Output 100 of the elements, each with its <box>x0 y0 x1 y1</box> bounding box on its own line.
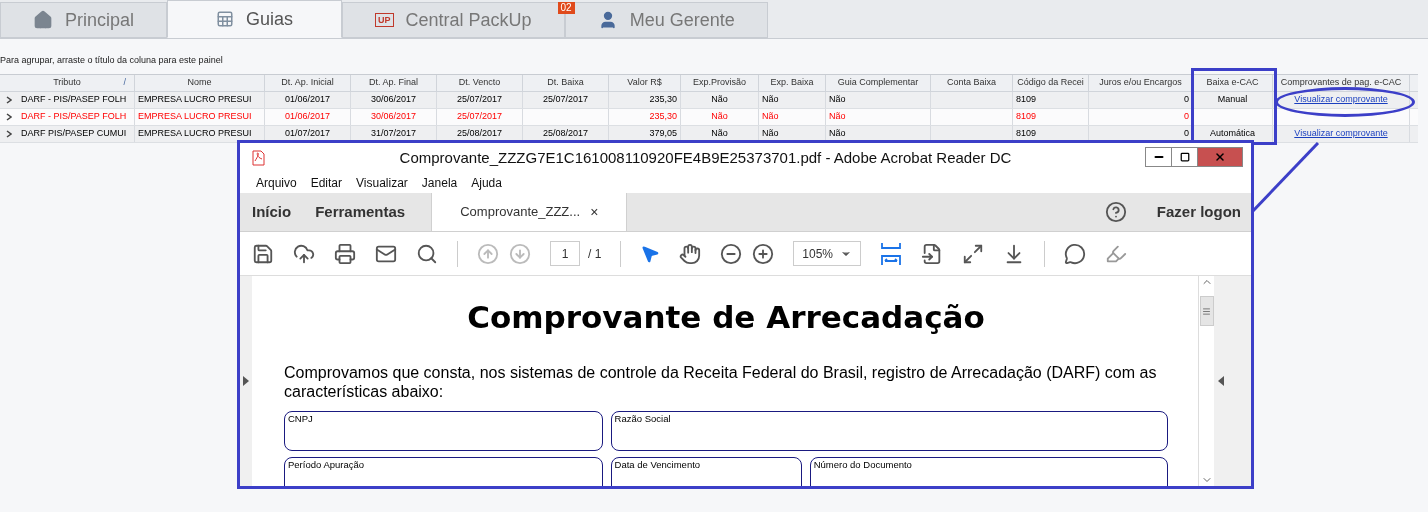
column-header[interactable]: Tributo / <box>0 75 135 91</box>
search-icon[interactable] <box>416 242 438 265</box>
tab-close-icon[interactable]: × <box>590 201 599 223</box>
column-header[interactable]: Código da Recei <box>1013 75 1089 91</box>
menu-item[interactable]: Arquivo <box>256 174 297 192</box>
column-header[interactable]: Dt. Baixa <box>523 75 609 91</box>
table-cell: 31/07/2017 <box>370 127 416 141</box>
table-cell: Não <box>829 93 846 107</box>
view-receipt-link[interactable]: Visualizar comprovante <box>1294 93 1388 107</box>
table-cell: Não <box>711 93 728 107</box>
column-header[interactable]: Baixa e-CAC <box>1193 75 1273 91</box>
column-header[interactable]: Dt. Ap. Final <box>351 75 437 91</box>
table-cell: EMPRESA LUCRO PRESUI <box>138 93 252 107</box>
table-cell: EMPRESA LUCRO PRESUI <box>138 110 252 124</box>
table-cell: DARF - PIS/PASEP FOLH <box>21 110 127 124</box>
print-icon[interactable] <box>334 242 356 265</box>
table-cell: Não <box>762 110 779 124</box>
table-cell: 30/06/2017 <box>370 93 416 107</box>
column-header[interactable]: Dt. Ap. Inicial <box>265 75 351 91</box>
home-icon <box>33 10 53 30</box>
grip-icon <box>1202 306 1211 316</box>
expand-right-icon[interactable] <box>1218 376 1224 386</box>
table-cell: 8109 <box>1016 93 1037 107</box>
table-cell: 379,05 <box>649 127 677 141</box>
view-receipt-link[interactable]: Visualizar comprovante <box>1294 127 1388 141</box>
document-paragraph: Comprovamos que consta, nos sistemas de controle da Receita Federal do Brasil, registro de Arrecadação (DARF) com as características abaixo: <box>284 362 1158 401</box>
table-cell: 25/07/2017 <box>456 110 502 124</box>
help-icon[interactable] <box>1104 201 1127 223</box>
comment-icon[interactable] <box>1064 242 1087 265</box>
zoom-in-icon[interactable] <box>752 242 775 265</box>
table-cell: 25/07/2017 <box>542 93 588 107</box>
fit-width-icon[interactable] <box>880 241 903 266</box>
page-total: / 1 <box>588 245 602 263</box>
column-header[interactable]: Juros e/ou Encargos <box>1089 75 1193 91</box>
nav-tab[interactable]: Início <box>240 193 304 231</box>
table-cell: Não <box>762 127 779 141</box>
field-label: CNPJ <box>288 412 313 424</box>
hand-icon[interactable] <box>679 242 702 265</box>
tab[interactable]: Guias <box>167 0 343 38</box>
close-icon <box>1214 151 1226 163</box>
tab[interactable]: Principal <box>0 2 168 38</box>
field-label: Número do Documento <box>813 458 912 470</box>
sort-mark: / <box>123 76 126 90</box>
table-cell: 01/06/2017 <box>284 93 330 107</box>
group-hint: Para agrupar, arraste o título da coluna para este painel <box>0 53 223 67</box>
table-cell: 0 <box>1184 93 1189 107</box>
table-cell: Não <box>829 127 846 141</box>
column-header[interactable]: Comprovantes de pag. e-CAC <box>1273 75 1410 91</box>
full-screen-icon[interactable] <box>962 242 985 265</box>
table-cell: DARF - PIS/PASEP FOLH <box>21 93 127 107</box>
table-cell: 01/07/2017 <box>284 127 330 141</box>
save-icon[interactable] <box>252 242 274 265</box>
upload-icon[interactable] <box>293 242 315 265</box>
table-cell: 8109 <box>1016 127 1037 141</box>
table-cell: Não <box>829 110 846 124</box>
column-header[interactable]: Exp. Baixa <box>759 75 826 91</box>
table-cell: 25/08/2017 <box>542 127 588 141</box>
table-cell: 8109 <box>1016 110 1037 124</box>
maximize-icon <box>1179 152 1190 162</box>
page-number-field[interactable]: 1 <box>550 241 580 266</box>
table-cell: DARF PIS/PASEP CUMUI <box>21 127 127 141</box>
table-cell: Não <box>762 93 779 107</box>
zoom-out-icon[interactable] <box>720 242 743 265</box>
table-cell: 01/06/2017 <box>284 110 330 124</box>
document-title: Comprovante de Arrecadação <box>466 298 986 337</box>
table-cell: Manual <box>1217 93 1248 107</box>
logo-icon: UP <box>375 13 394 27</box>
sheet-icon <box>216 10 235 28</box>
menu-item[interactable]: Visualizar <box>356 174 408 192</box>
expand-left-icon[interactable] <box>243 376 249 386</box>
menu-item[interactable]: Janela <box>421 174 458 192</box>
column-header[interactable]: Nome <box>135 75 265 91</box>
zoom-dropdown[interactable]: 105% <box>793 241 862 266</box>
table-cell: Automática <box>1210 127 1255 141</box>
table-cell: Não <box>711 110 728 124</box>
table-cell: 0 <box>1184 110 1189 124</box>
table-cell: 25/07/2017 <box>456 93 502 107</box>
pdf-icon <box>250 150 266 166</box>
scroll-thumb[interactable] <box>1199 296 1214 326</box>
nav-tab[interactable]: Ferramentas <box>303 193 418 231</box>
table-cell: 235,30 <box>649 110 677 124</box>
field-label: Data de Vencimento <box>614 458 701 470</box>
column-header[interactable]: Valor R$ <box>609 75 681 91</box>
table-cell: 30/06/2017 <box>370 110 416 124</box>
document-tab[interactable]: Comprovante_ZZZ... × <box>431 193 628 231</box>
column-header[interactable]: Guia Complementar <box>826 75 931 91</box>
table-cell: Não <box>711 127 728 141</box>
field-label: Período Apuração <box>288 458 365 470</box>
field-label: Razão Social <box>614 412 671 424</box>
table-cell: 25/08/2017 <box>456 127 502 141</box>
menu-item[interactable]: Ajuda <box>471 174 502 192</box>
column-header[interactable]: Conta Baixa <box>931 75 1013 91</box>
table-cell: EMPRESA LUCRO PRESUI <box>138 127 252 141</box>
window-title: Comprovante_ZZZG7E1C161008110920FE4B9E25373701.pdf - Adobe Acrobat Reader DC <box>398 147 1013 168</box>
table-cell: 0 <box>1184 127 1189 141</box>
login-button[interactable]: Fazer logon <box>1146 193 1251 231</box>
menu-item[interactable]: Editar <box>310 174 343 192</box>
column-header[interactable]: Dt. Vencto <box>437 75 523 91</box>
column-header[interactable]: Exp.Provisão <box>681 75 759 91</box>
table-cell: 235,30 <box>649 93 677 107</box>
